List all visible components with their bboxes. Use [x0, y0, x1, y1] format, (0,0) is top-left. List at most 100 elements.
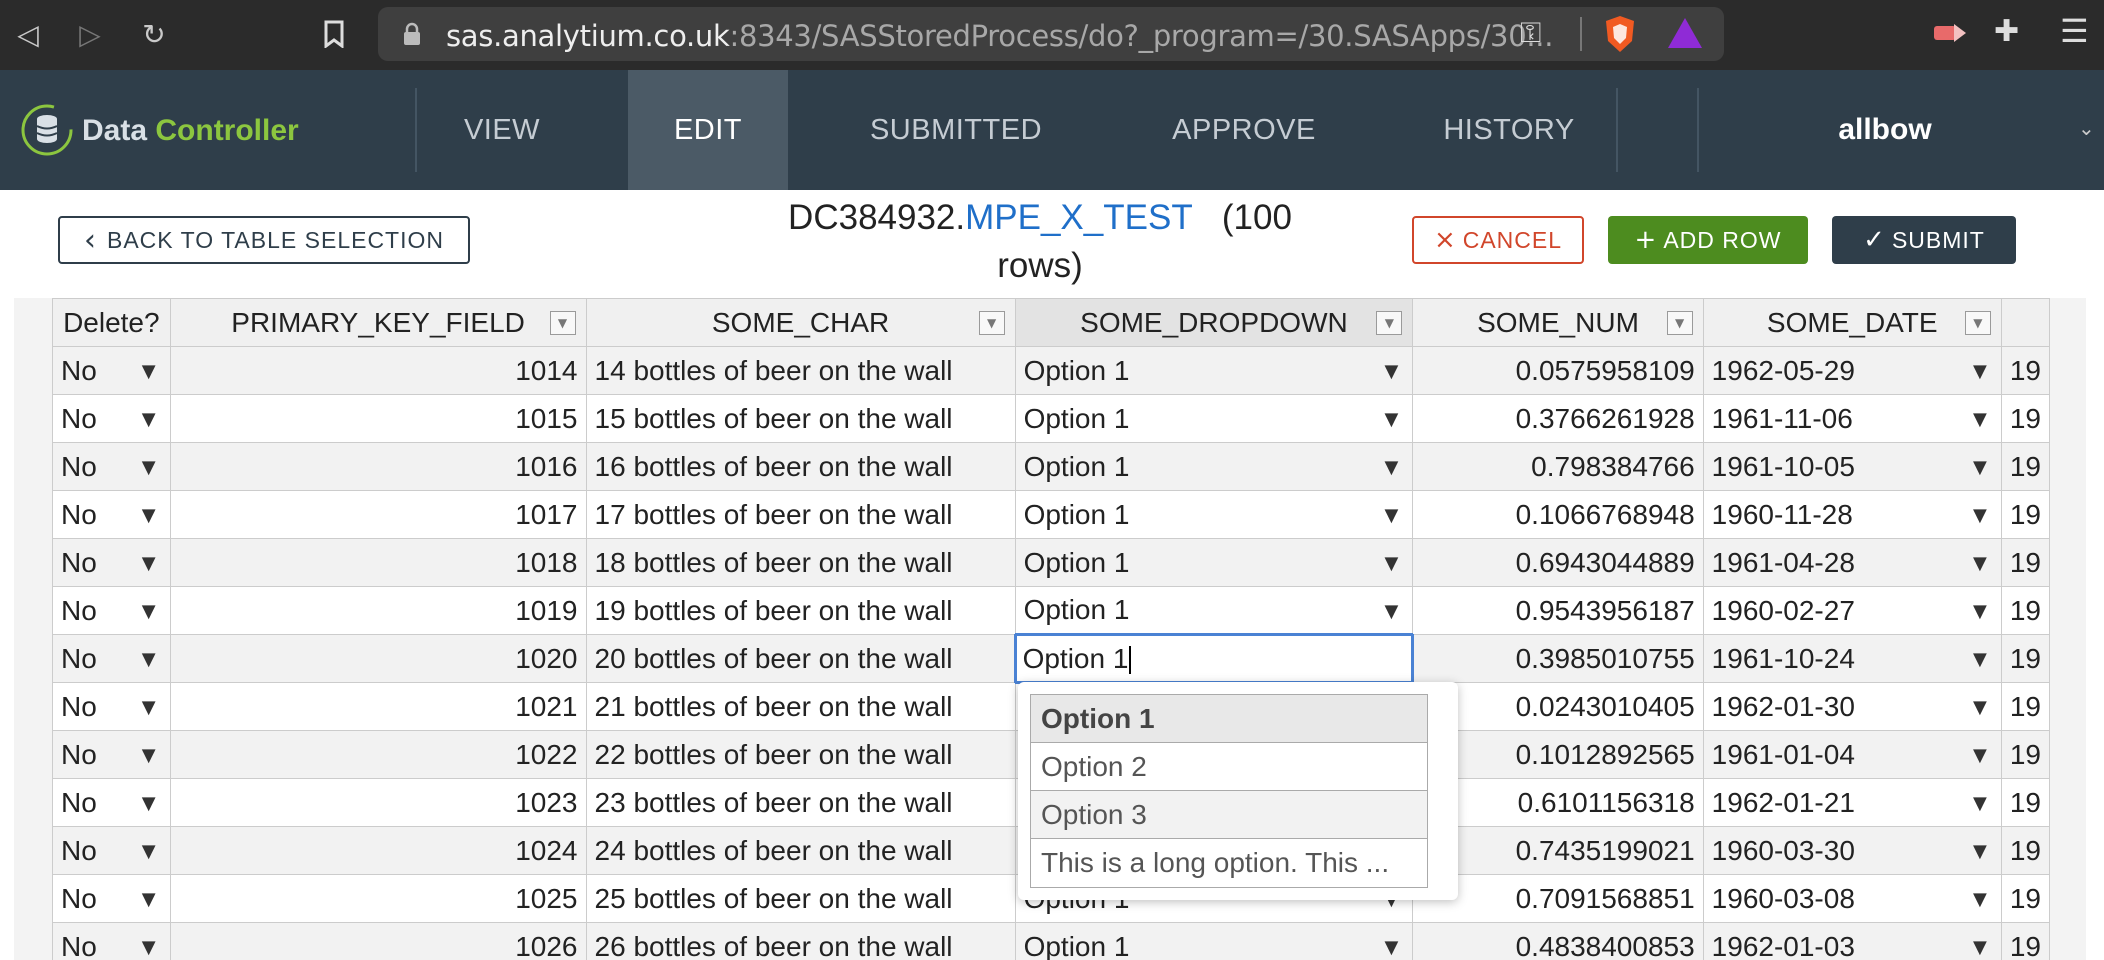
cell-primary-key-field[interactable]: 1025 — [169, 874, 587, 923]
nav-edit[interactable]: EDIT — [628, 70, 788, 190]
cell-next[interactable]: 19 — [2000, 682, 2050, 731]
cell-some-char[interactable]: 19 bottles of beer on the wall — [585, 586, 1016, 635]
dropdown-arrow-icon[interactable]: ▼ — [1973, 601, 1987, 622]
cell-some-num[interactable]: 0.3985010755 — [1412, 634, 1704, 683]
cell-some-dropdown[interactable]: Option 1 ▼ — [1014, 442, 1414, 491]
dropdown-arrow-icon[interactable]: ▼ — [142, 793, 156, 814]
filter-dropdown-icon[interactable]: ▼ — [549, 311, 576, 335]
cell-some-date[interactable]: 1960-02-27 ▼ — [1702, 586, 2002, 635]
filter-dropdown-icon[interactable]: ▼ — [1666, 311, 1693, 335]
cell-some-date[interactable]: 1961-04-28 ▼ — [1702, 538, 2002, 587]
dropdown-arrow-icon[interactable]: ▼ — [142, 409, 156, 430]
table-name-link[interactable]: MPE_X_TEST — [965, 198, 1193, 237]
dropdown-arrow-icon[interactable]: ▼ — [142, 841, 156, 862]
cell-delete[interactable]: No ▼ — [52, 394, 171, 443]
cell-some-date[interactable]: 1961-11-06 ▼ — [1702, 394, 2002, 443]
nav-approve[interactable]: APPROVE — [1124, 70, 1364, 190]
cell-primary-key-field[interactable]: 1018 — [169, 538, 587, 587]
cell-delete[interactable]: No ▼ — [52, 490, 171, 539]
cell-next[interactable]: 19 — [2000, 922, 2050, 960]
browser-menu-icon[interactable]: ☰ — [2060, 12, 2089, 50]
column-header-some-dropdown[interactable]: SOME_DROPDOWN ▼ — [1014, 298, 1414, 347]
cell-some-num[interactable]: 0.798384766 — [1412, 442, 1704, 491]
dropdown-arrow-icon[interactable]: ▼ — [1973, 889, 1987, 910]
dropdown-arrow-icon[interactable]: ▼ — [142, 745, 156, 766]
cell-some-char[interactable]: 16 bottles of beer on the wall — [585, 442, 1016, 491]
dropdown-arrow-icon[interactable]: ▼ — [142, 889, 156, 910]
brave-rewards-icon[interactable] — [1668, 18, 1702, 48]
cell-primary-key-field[interactable]: 1024 — [169, 826, 587, 875]
dropdown-arrow-icon[interactable]: ▼ — [1384, 601, 1398, 622]
nav-history[interactable]: HISTORY — [1406, 70, 1612, 190]
dropdown-option[interactable]: This is a long option. This ... — [1031, 839, 1427, 887]
add-row-button[interactable]: + ADD ROW — [1608, 216, 1808, 264]
column-header-primary-key-field[interactable]: PRIMARY_KEY_FIELD ▼ — [169, 298, 587, 347]
cell-some-char[interactable]: 21 bottles of beer on the wall — [585, 682, 1016, 731]
cell-some-date[interactable]: 1962-05-29 ▼ — [1702, 346, 2002, 395]
column-header-some-date[interactable]: SOME_DATE ▼ — [1702, 298, 2002, 347]
cell-delete[interactable]: No ▼ — [52, 826, 171, 875]
extensions-puzzle-icon[interactable]: ✚ — [1994, 14, 2019, 49]
dropdown-arrow-icon[interactable]: ▼ — [1973, 697, 1987, 718]
cell-primary-key-field[interactable]: 1014 — [169, 346, 587, 395]
dropdown-arrow-icon[interactable]: ▼ — [1973, 361, 1987, 382]
dropdown-arrow-icon[interactable]: ▼ — [1384, 409, 1398, 430]
cell-next[interactable]: 19 — [2000, 442, 2050, 491]
dropdown-arrow-icon[interactable]: ▼ — [1384, 505, 1398, 526]
cell-primary-key-field[interactable]: 1016 — [169, 442, 587, 491]
cell-primary-key-field[interactable]: 1026 — [169, 922, 587, 960]
cell-delete[interactable]: No ▼ — [52, 346, 171, 395]
column-header-delete[interactable]: Delete? — [52, 298, 171, 347]
dropdown-option[interactable]: Option 2 — [1031, 743, 1427, 791]
cell-some-char[interactable]: 22 bottles of beer on the wall — [585, 730, 1016, 779]
cell-primary-key-field[interactable]: 1019 — [169, 586, 587, 635]
dropdown-arrow-icon[interactable]: ▼ — [142, 649, 156, 670]
cell-some-dropdown[interactable]: Option 1 ▼ — [1014, 922, 1414, 960]
dropdown-arrow-icon[interactable]: ▼ — [1973, 793, 1987, 814]
dropdown-arrow-icon[interactable]: ▼ — [142, 601, 156, 622]
cell-delete[interactable]: No ▼ — [52, 682, 171, 731]
cell-delete[interactable]: No ▼ — [52, 634, 171, 683]
forward-arrow-icon[interactable]: ▷ — [72, 16, 108, 52]
dropdown-arrow-icon[interactable]: ▼ — [1384, 457, 1398, 478]
user-menu[interactable]: allbow — [1700, 70, 2070, 190]
dropdown-arrow-icon[interactable]: ▼ — [1973, 841, 1987, 862]
dropdown-arrow-icon[interactable]: ▼ — [142, 505, 156, 526]
dropdown-arrow-icon[interactable]: ▼ — [1973, 745, 1987, 766]
cell-delete[interactable]: No ▼ — [52, 442, 171, 491]
dropdown-arrow-icon[interactable]: ▼ — [142, 697, 156, 718]
cell-next[interactable]: 19 — [2000, 874, 2050, 923]
cell-some-char[interactable]: 20 bottles of beer on the wall — [585, 634, 1016, 683]
key-icon[interactable]: ⚿ — [1520, 16, 1541, 50]
back-arrow-icon[interactable]: ◁ — [10, 16, 46, 52]
cell-some-char[interactable]: 25 bottles of beer on the wall — [585, 874, 1016, 923]
dropdown-arrow-icon[interactable]: ▼ — [1384, 361, 1398, 382]
reload-icon[interactable]: ↻ — [136, 16, 172, 52]
cell-next[interactable]: 19 — [2000, 778, 2050, 827]
cell-some-char[interactable]: 18 bottles of beer on the wall — [585, 538, 1016, 587]
cell-some-dropdown[interactable]: Option 1 ▼ — [1014, 346, 1414, 395]
cell-some-num[interactable]: 0.6943044889 — [1412, 538, 1704, 587]
cell-delete[interactable]: No ▼ — [52, 874, 171, 923]
cell-primary-key-field[interactable]: 1015 — [169, 394, 587, 443]
back-to-table-selection-button[interactable]: ‹ BACK TO TABLE SELECTION — [58, 216, 470, 264]
cell-some-char[interactable]: 15 bottles of beer on the wall — [585, 394, 1016, 443]
cell-some-char[interactable]: 17 bottles of beer on the wall — [585, 490, 1016, 539]
dropdown-arrow-icon[interactable]: ▼ — [1384, 553, 1398, 574]
cell-next[interactable]: 19 — [2000, 586, 2050, 635]
cell-some-dropdown[interactable]: Option 1 ▼ — [1014, 538, 1414, 587]
cell-some-num[interactable]: 0.0575958109 — [1412, 346, 1704, 395]
cell-next[interactable]: 19 — [2000, 394, 2050, 443]
dropdown-arrow-icon[interactable]: ▼ — [1384, 937, 1398, 958]
column-header-some-char[interactable]: SOME_CHAR ▼ — [585, 298, 1016, 347]
cell-some-date[interactable]: 1961-10-24 ▼ — [1702, 634, 2002, 683]
cell-some-char[interactable]: 26 bottles of beer on the wall — [585, 922, 1016, 960]
cell-some-char[interactable]: 23 bottles of beer on the wall — [585, 778, 1016, 827]
cell-next[interactable]: 19 — [2000, 634, 2050, 683]
cell-delete[interactable]: No ▼ — [52, 586, 171, 635]
cell-primary-key-field[interactable]: 1022 — [169, 730, 587, 779]
cell-next[interactable]: 19 — [2000, 538, 2050, 587]
cancel-button[interactable]: × CANCEL — [1412, 216, 1584, 264]
dropdown-arrow-icon[interactable]: ▼ — [1973, 505, 1987, 526]
column-header-next[interactable] — [2000, 298, 2050, 347]
